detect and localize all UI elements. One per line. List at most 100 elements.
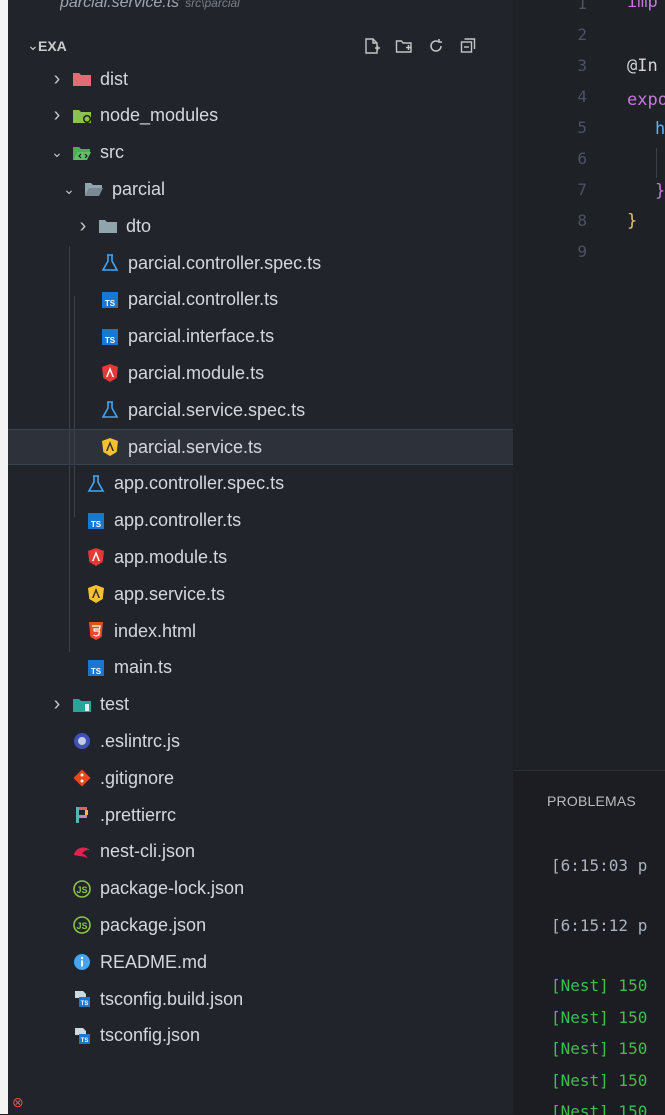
code-line: @In bbox=[627, 56, 658, 76]
svg-text:TS: TS bbox=[91, 520, 102, 529]
nodejs-icon: JS bbox=[72, 879, 92, 899]
open-tab-filename: parcial.service.ts bbox=[60, 0, 180, 11]
tree-item-label: .gitignore bbox=[100, 767, 175, 788]
tree-item-label: package.json bbox=[100, 914, 207, 935]
code-line: } bbox=[655, 181, 665, 201]
svg-text:JS: JS bbox=[76, 921, 87, 931]
tab-problems[interactable]: PROBLEMAS bbox=[547, 793, 636, 809]
bottom-panel: PROBLEMAS [6:15:03 p [6:15:12 p [Nest] 150… bbox=[513, 770, 665, 1115]
tree-item-label: README.md bbox=[100, 951, 208, 972]
tree-file-gitignore[interactable]: .gitignore bbox=[8, 760, 513, 796]
tree-file-eslintrc-js[interactable]: .eslintrc.js bbox=[8, 723, 513, 759]
tree-folder-test[interactable]: › test bbox=[8, 687, 513, 723]
tree-file-parcial-service-ts[interactable]: parcial.service.ts bbox=[8, 429, 513, 465]
tree-item-label: app.controller.spec.ts bbox=[114, 473, 285, 494]
line-number: 8 bbox=[577, 211, 587, 230]
svg-text:TS: TS bbox=[105, 299, 116, 308]
window-edge bbox=[0, 0, 8, 1114]
indent-guide bbox=[656, 148, 657, 178]
svg-text:TS: TS bbox=[91, 667, 102, 676]
indent-guide bbox=[69, 245, 70, 653]
terminal-line: [Nest] 150 bbox=[551, 1071, 648, 1090]
terminal-line: [Nest] 150 bbox=[551, 1039, 648, 1058]
tree-file-parcial-controller-spec-ts[interactable]: parcial.controller.spec.ts bbox=[8, 245, 513, 281]
tree-folder-dto[interactable]: › dto bbox=[8, 208, 513, 244]
new-file-icon[interactable] bbox=[360, 35, 384, 57]
explorer-header[interactable]: ⌄ EXA bbox=[8, 28, 513, 64]
collapse-all-icon[interactable] bbox=[456, 35, 480, 57]
svg-text:TS: TS bbox=[81, 1001, 89, 1007]
tree-file-tsconfig-json[interactable]: TS tsconfig.json bbox=[8, 1018, 513, 1054]
line-number: 4 bbox=[577, 87, 587, 106]
svg-text:TS: TS bbox=[105, 336, 116, 345]
tree-item-label: parcial.controller.ts bbox=[128, 289, 279, 310]
angular-icon bbox=[86, 584, 106, 604]
tree-file-app-controller-spec-ts[interactable]: app.controller.spec.ts bbox=[8, 466, 513, 502]
angular-icon bbox=[86, 547, 106, 567]
test-flask-icon bbox=[86, 474, 106, 494]
code-line: } bbox=[627, 211, 638, 231]
tree-file-package-json[interactable]: JS package.json bbox=[8, 907, 513, 943]
refresh-icon[interactable] bbox=[424, 35, 448, 57]
tree-item-label: parcial.interface.ts bbox=[128, 326, 275, 347]
tree-folder-node-modules[interactable]: › node_modules bbox=[8, 98, 513, 134]
folder-icon bbox=[72, 69, 92, 89]
test-flask-icon bbox=[100, 253, 120, 273]
angular-icon bbox=[100, 437, 120, 457]
tree-folder-src[interactable]: ⌄ src bbox=[8, 135, 513, 171]
terminal-line: [Nest] 150 bbox=[551, 1102, 648, 1115]
tree-folder-parcial[interactable]: ⌄ parcial bbox=[8, 171, 513, 207]
tsconfig-icon: TS bbox=[72, 1026, 92, 1046]
tree-file-parcial-service-spec-ts[interactable]: parcial.service.spec.ts bbox=[8, 392, 513, 428]
tree-file-readme-md[interactable]: README.md bbox=[8, 944, 513, 980]
tree-file-parcial-controller-ts[interactable]: TS parcial.controller.ts bbox=[8, 282, 513, 318]
chevron-down-icon[interactable]: ⌄ bbox=[50, 144, 64, 161]
tree-file-parcial-module-ts[interactable]: parcial.module.ts bbox=[8, 355, 513, 391]
tree-item-label: main.ts bbox=[114, 657, 173, 678]
chevron-right-icon[interactable]: › bbox=[50, 104, 64, 127]
chevron-down-icon[interactable]: ⌄ bbox=[62, 181, 76, 198]
tree-item-label: tsconfig.json bbox=[100, 1025, 201, 1046]
tree-item-label: src bbox=[100, 142, 124, 163]
tree-item-label: node_modules bbox=[100, 105, 219, 126]
explorer-sidebar: parcial.service.ts src\parcial ⌄ EXA › dis… bbox=[8, 0, 513, 1114]
git-icon bbox=[72, 768, 92, 788]
tree-file-index-html[interactable]: index.html bbox=[8, 613, 513, 649]
tree-file-prettierrc[interactable]: .prettierrc bbox=[8, 797, 513, 833]
eslint-icon bbox=[72, 731, 92, 751]
line-number: 9 bbox=[577, 242, 587, 261]
svg-text:JS: JS bbox=[76, 885, 87, 895]
tree-folder-dist[interactable]: › dist bbox=[8, 61, 513, 97]
folder-icon bbox=[72, 106, 92, 126]
open-editor-tab[interactable]: parcial.service.ts src\parcial bbox=[60, 0, 240, 12]
tree-file-app-controller-ts[interactable]: TS app.controller.ts bbox=[8, 503, 513, 539]
tsconfig-icon: TS bbox=[72, 989, 92, 1009]
test-flask-icon bbox=[100, 400, 120, 420]
terminal-line: [Nest] 150 bbox=[551, 976, 648, 995]
error-icon: ⊗ bbox=[12, 1094, 24, 1110]
chevron-right-icon[interactable]: › bbox=[76, 215, 90, 238]
tree-file-tsconfig-build-json[interactable]: TS tsconfig.build.json bbox=[8, 981, 513, 1017]
tree-item-label: parcial.module.ts bbox=[128, 362, 265, 383]
tree-item-label: dto bbox=[126, 215, 152, 236]
chevron-right-icon[interactable]: › bbox=[50, 68, 64, 91]
tree-file-nest-cli-json[interactable]: nest-cli.json bbox=[8, 834, 513, 870]
tree-file-main-ts[interactable]: TS main.ts bbox=[8, 650, 513, 686]
terminal-line: [6:15:12 p bbox=[551, 916, 648, 935]
tree-file-package-lock-json[interactable]: JS package-lock.json bbox=[8, 871, 513, 907]
folder-open-icon bbox=[72, 143, 92, 163]
tree-file-parcial-interface-ts[interactable]: TS parcial.interface.ts bbox=[8, 319, 513, 355]
info-icon bbox=[72, 952, 92, 972]
typescript-icon: TS bbox=[100, 327, 120, 347]
nestjs-icon bbox=[72, 842, 92, 862]
code-line: expo bbox=[627, 90, 665, 110]
folder-icon bbox=[72, 695, 92, 715]
terminal-line: [Nest] 150 bbox=[551, 1008, 648, 1027]
tree-file-app-service-ts[interactable]: app.service.ts bbox=[8, 576, 513, 612]
tree-file-app-module-ts[interactable]: app.module.ts bbox=[8, 539, 513, 575]
svg-text:TS: TS bbox=[81, 1038, 89, 1044]
new-folder-icon[interactable] bbox=[392, 35, 416, 57]
line-number: 1 bbox=[577, 0, 587, 13]
chevron-right-icon[interactable]: › bbox=[50, 693, 64, 716]
code-editor[interactable]: 1 2 3 4 5 6 7 8 9 imp @In expo h } } bbox=[513, 0, 665, 770]
